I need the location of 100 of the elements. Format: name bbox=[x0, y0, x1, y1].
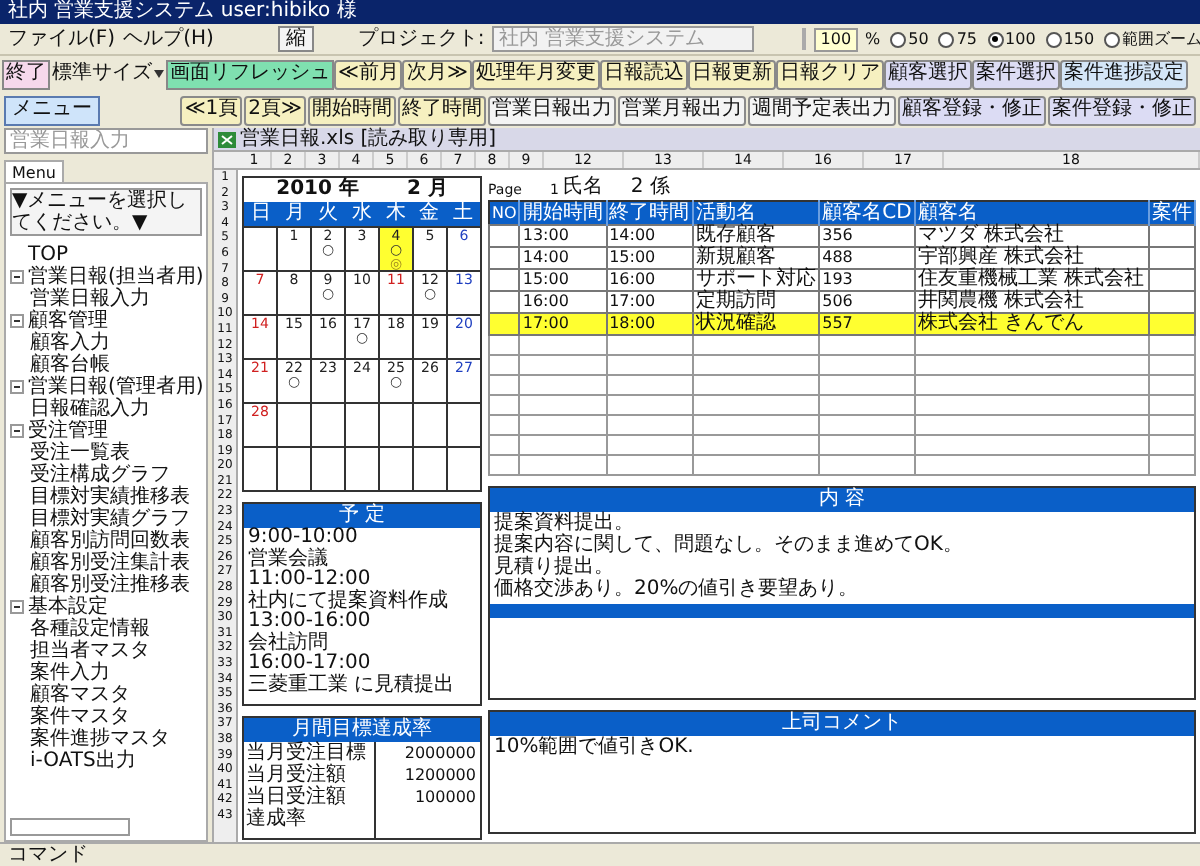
panel-header: 予 定 bbox=[244, 504, 480, 528]
activity-row[interactable]: 15:00 16:00 サポート対応 193 住友重機械工業 株式会社 bbox=[489, 269, 1195, 291]
radio-label: 100 bbox=[1005, 31, 1036, 47]
table-cell: 557 bbox=[819, 313, 916, 335]
toolbar-button[interactable]: 日報更新 bbox=[687, 59, 776, 89]
menu-tree-item[interactable]: 顧客台帳 bbox=[30, 355, 110, 375]
menu-tree-item[interactable]: 基本設定 bbox=[28, 597, 108, 617]
weekday-header: 土 bbox=[451, 202, 476, 226]
toolbar-button[interactable]: 案件登録・修正 bbox=[1048, 95, 1196, 125]
schedule-line: 社内にて提案資料作成 bbox=[248, 591, 450, 611]
shrink-button[interactable]: 縮 bbox=[277, 26, 314, 52]
panel-header: 月間目標達成率 bbox=[244, 718, 480, 742]
calendar-month: 2 月 bbox=[406, 180, 448, 200]
project-label: プロジェクト: bbox=[357, 29, 485, 49]
menu-tab[interactable]: Menu bbox=[4, 160, 64, 182]
project-field[interactable]: 社内 営業支援システム bbox=[492, 26, 755, 52]
table-cell: 18:00 bbox=[606, 313, 693, 335]
toolbar-button[interactable]: 日報読込 bbox=[599, 59, 688, 89]
menu-tree-item[interactable]: 受注構成グラフ bbox=[30, 465, 170, 485]
menu-tree-item[interactable]: 顧客マスタ bbox=[30, 685, 130, 705]
comment-line: 10%範囲で値引きOK. bbox=[494, 736, 696, 758]
target-label: 当日受注額 bbox=[246, 786, 348, 808]
menu-tree-item[interactable]: 顧客入力 bbox=[30, 333, 110, 353]
size-dropdown[interactable]: 標準サイズ bbox=[50, 59, 166, 89]
activity-row[interactable]: 17:00 18:00 状況確認 557 株式会社 きんでん bbox=[489, 313, 1195, 335]
details-line: 提案内容に関して、問題なし。そのまま進めてOK。 bbox=[494, 534, 965, 556]
activity-row[interactable]: 13:00 14:00 既存顧客 356 マツダ 株式会社 bbox=[489, 225, 1195, 247]
menu-tree-item[interactable]: i-OATS出力 bbox=[30, 751, 136, 771]
menu-dropdown[interactable]: ▼メニューを選択してください。▼ bbox=[10, 188, 202, 236]
name-label: 氏名 bbox=[562, 178, 603, 198]
schedule-line: 営業会議 bbox=[248, 549, 330, 569]
activity-row[interactable]: 16:00 17:00 定期訪問 506 井関農機 株式会社 bbox=[489, 291, 1195, 313]
radio-label: 150 bbox=[1063, 31, 1095, 47]
menu-tree-item[interactable]: 顧客別受注集計表 bbox=[30, 553, 190, 573]
toolbar-button[interactable]: 案件選択 bbox=[971, 59, 1060, 89]
radio-label: 50 bbox=[908, 31, 929, 47]
toolbar-button[interactable]: 案件進捗設定 bbox=[1059, 59, 1188, 89]
radio-label: 75 bbox=[956, 31, 978, 47]
menu-tree-item[interactable]: 目標対実績推移表 bbox=[30, 487, 190, 507]
zoom-field[interactable]: 100 bbox=[814, 27, 858, 51]
radio-label: 範囲ズーム bbox=[1122, 31, 1200, 47]
menu-item[interactable]: ファイル(F) bbox=[8, 29, 116, 49]
weekday-header: 日 bbox=[248, 202, 273, 226]
target-label: 達成率 bbox=[246, 808, 308, 830]
menu-tree-item[interactable]: TOP bbox=[28, 245, 69, 265]
zoom-unit: % bbox=[865, 31, 881, 47]
window-title: 社内 営業支援システム user:hibiko 様 bbox=[0, 0, 1200, 24]
schedule-line: 11:00-12:00 bbox=[248, 570, 373, 590]
menu-tree-item[interactable]: 案件入力 bbox=[30, 663, 110, 683]
status-label: コマンド bbox=[8, 845, 88, 865]
toolbar-button[interactable]: 終了時間 bbox=[398, 95, 486, 125]
menu-tree-item[interactable]: 受注一覧表 bbox=[30, 443, 130, 463]
toolbar-button[interactable]: ≪前月 bbox=[334, 59, 403, 89]
toolbar-button[interactable]: 次月≫ bbox=[402, 59, 472, 89]
weekday-header: 水 bbox=[349, 202, 374, 226]
menu-tree-item[interactable]: 担当者マスタ bbox=[30, 641, 150, 661]
menu-tree-item[interactable]: 顧客別訪問回数表 bbox=[30, 531, 190, 551]
details-line: 提案資料提出。 bbox=[494, 512, 636, 534]
toolbar-button[interactable]: 顧客選択 bbox=[883, 59, 972, 89]
toolbar-button[interactable]: 営業日報出力 bbox=[488, 95, 616, 125]
target-label: 当月受注目標 bbox=[246, 742, 368, 764]
table-cell: 株式会社 きんでん bbox=[915, 313, 1149, 335]
menu-tree-item[interactable]: 営業日報入力 bbox=[30, 289, 150, 309]
menu-tree-item[interactable]: 受注管理 bbox=[28, 421, 108, 441]
toolbar-button[interactable]: 顧客登録・修正 bbox=[898, 95, 1046, 125]
details-line: 見積り提出。 bbox=[494, 556, 616, 578]
menu-tree-item[interactable]: 営業日報(管理者用) bbox=[28, 377, 204, 397]
table-cell: 17:00 bbox=[519, 313, 607, 335]
toolbar-button[interactable]: 週間予定表出力 bbox=[748, 95, 896, 125]
menu-tree-item[interactable]: 目標対実績グラフ bbox=[30, 509, 190, 529]
toolbar-button[interactable]: 処理年月変更 bbox=[471, 59, 600, 89]
menu-tree-item[interactable]: 営業日報(担当者用) bbox=[28, 267, 204, 287]
calendar-year: 2010 年 bbox=[276, 180, 359, 200]
weekday-header: 金 bbox=[417, 202, 442, 226]
menu-button[interactable]: メニュー bbox=[4, 95, 100, 125]
details-line: 価格交渉あり。20%の値引き要望あり。 bbox=[494, 578, 861, 600]
schedule-line: 16:00-17:00 bbox=[248, 654, 373, 674]
toolbar-button[interactable]: 日報クリア bbox=[775, 59, 884, 89]
menu-tree-item[interactable]: 日報確認入力 bbox=[30, 399, 150, 419]
menu-item[interactable]: ヘルプ(H) bbox=[123, 29, 214, 49]
table-cell: 状況確認 bbox=[692, 313, 820, 335]
weekday-header: 木 bbox=[383, 202, 408, 226]
target-value: 2000000 bbox=[404, 742, 476, 764]
panel-header: 上司コメント bbox=[490, 712, 1194, 736]
schedule-line: 三菱重工業 に見積提出 bbox=[248, 675, 457, 696]
toolbar-button[interactable]: ≪1頁 bbox=[180, 95, 243, 125]
activity-row[interactable]: 14:00 15:00 新規顧客 488 宇部興産 株式会社 bbox=[489, 247, 1195, 269]
toolbar-button[interactable]: 開始時間 bbox=[308, 95, 396, 125]
refresh-button[interactable]: 画面リフレッシュ bbox=[166, 59, 334, 89]
menu-tree-item[interactable]: 各種設定情報 bbox=[30, 619, 150, 639]
toolbar-button[interactable]: 営業月報出力 bbox=[618, 95, 746, 125]
menu-tree-item[interactable]: 案件マスタ bbox=[30, 707, 130, 727]
menu-tree-item[interactable]: 案件進捗マスタ bbox=[30, 729, 170, 749]
exit-button[interactable]: 終了 bbox=[2, 59, 50, 89]
target-label: 当月受注額 bbox=[246, 764, 348, 786]
toolbar-button[interactable]: 2頁≫ bbox=[244, 95, 306, 125]
menu-tree-item[interactable]: 顧客別受注推移表 bbox=[30, 575, 190, 595]
menu-tree-item[interactable]: 顧客管理 bbox=[28, 311, 108, 331]
schedule-line: 9:00-10:00 bbox=[248, 528, 360, 548]
name-value: 2 係 bbox=[630, 178, 670, 198]
